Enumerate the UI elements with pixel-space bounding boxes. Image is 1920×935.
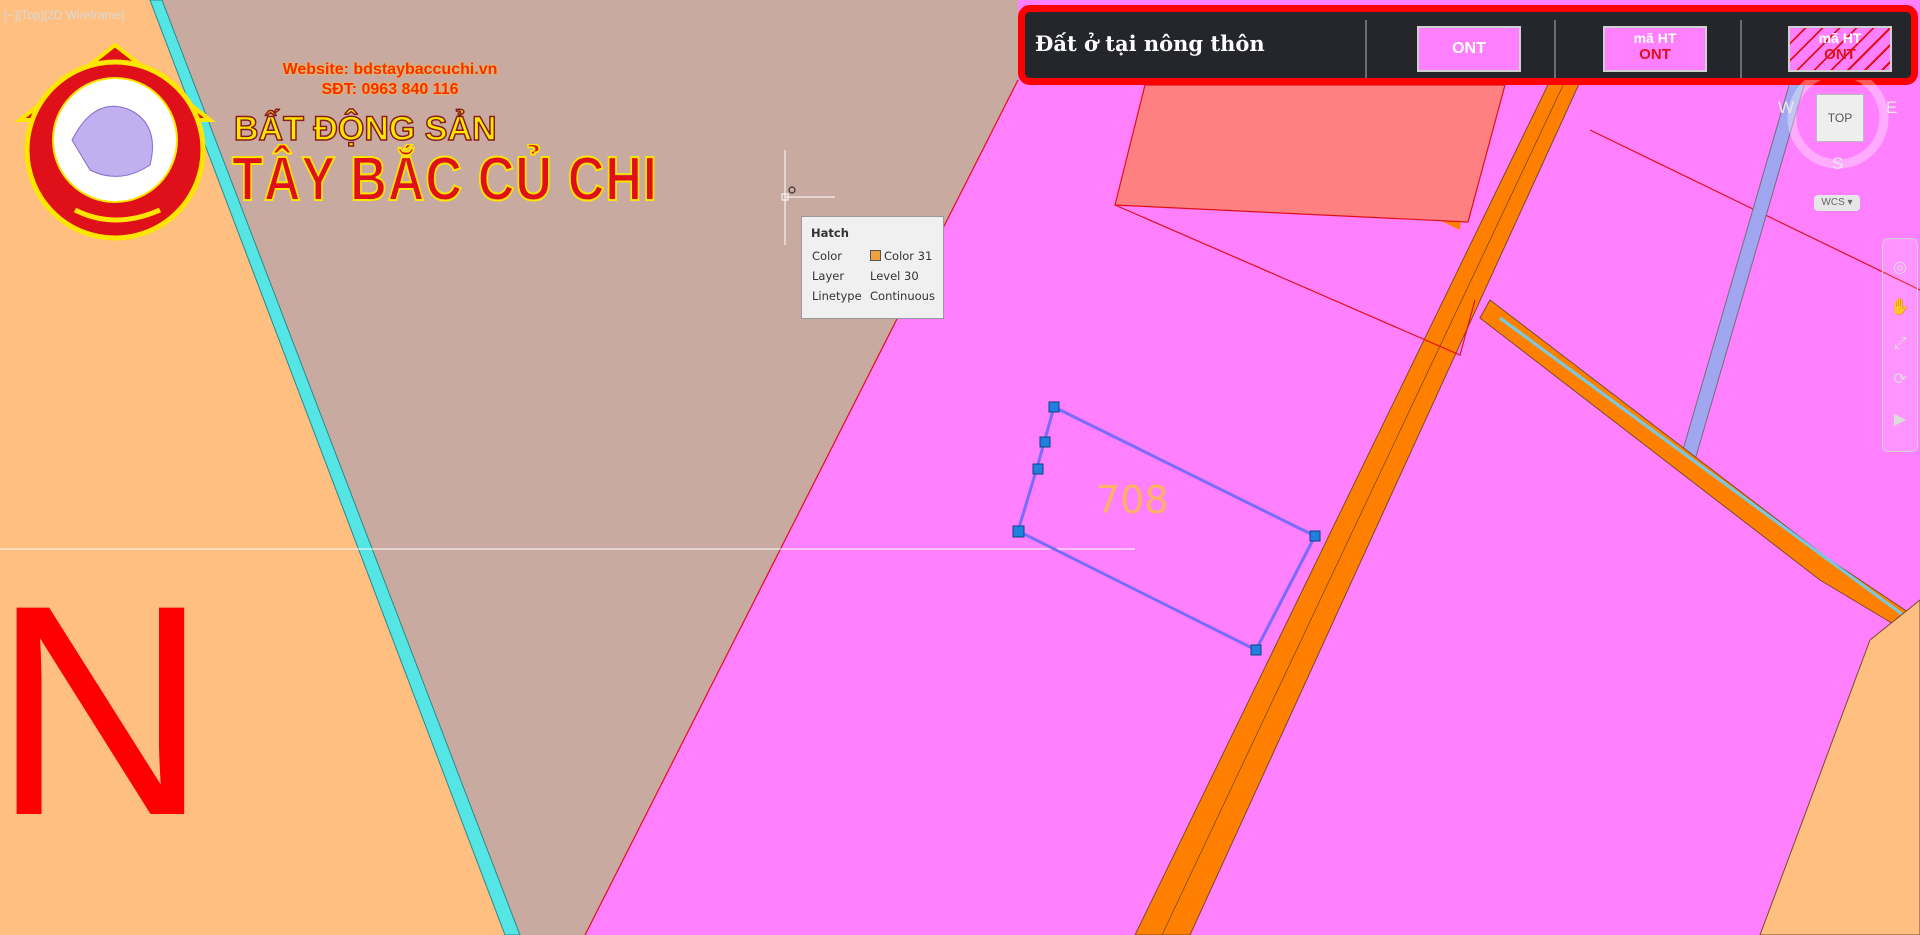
color-swatch-icon bbox=[870, 250, 881, 261]
legend-swatch-ont-ht-top: mã HT bbox=[1633, 30, 1677, 46]
tooltip-color-value: Color 31 bbox=[870, 249, 932, 263]
wcs-menu[interactable]: WCS ▾ bbox=[1814, 195, 1860, 211]
logo-phone: SĐT: 0963 840 116 bbox=[321, 81, 459, 98]
land-use-legend: Đất ở tại nông thôn ONT mã HT ONT mã HT … bbox=[1018, 5, 1918, 85]
legend-title: Đất ở tại nông thôn bbox=[1035, 31, 1265, 56]
legend-swatch-ont-label: ONT bbox=[1452, 40, 1486, 57]
legend-swatch-ont: ONT bbox=[1417, 26, 1521, 72]
viewcube-top-face[interactable]: TOP bbox=[1816, 94, 1864, 142]
legend-swatch-hatched-top: mã HT bbox=[1818, 30, 1862, 46]
viewcube-east[interactable]: E bbox=[1886, 98, 1897, 118]
navigation-bar: ◎ ✋ ⤢ ⟳ ▶ bbox=[1882, 238, 1918, 452]
tooltip-color-text: Color 31 bbox=[884, 249, 933, 263]
tooltip-linetype-label: Linetype bbox=[812, 289, 862, 303]
viewport-label[interactable]: [−][Top][2D Wireframe] bbox=[4, 8, 124, 22]
legend-divider bbox=[1365, 20, 1367, 78]
logo-brand-line2: TÂY BẮC CỦ CHI bbox=[231, 144, 658, 215]
legend-swatch-ont-ht: mã HT ONT bbox=[1603, 26, 1707, 72]
orbit-icon[interactable]: ⟳ bbox=[1890, 369, 1910, 389]
steering-wheel-icon[interactable]: ◎ bbox=[1890, 257, 1910, 277]
tooltip-color-label: Color bbox=[812, 249, 843, 263]
viewcube-west[interactable]: W bbox=[1778, 98, 1794, 118]
pan-icon[interactable]: ✋ bbox=[1890, 297, 1910, 317]
parcel-number: 708 bbox=[1096, 478, 1169, 522]
tooltip-layer-label: Layer bbox=[812, 269, 845, 283]
viewcube[interactable]: W E S TOP WCS ▾ bbox=[1770, 80, 1920, 220]
legend-divider bbox=[1554, 20, 1556, 78]
showmotion-icon[interactable]: ▶ bbox=[1890, 409, 1910, 429]
tooltip-linetype-value: Continuous bbox=[870, 289, 935, 303]
logo-website: Website: bdstaybaccuchi.vn bbox=[282, 61, 498, 78]
logo-contact: Website: bdstaybaccuchi.vn SĐT: 0963 840… bbox=[270, 60, 510, 100]
legend-swatch-ont-ht-bottom: ONT bbox=[1639, 46, 1671, 63]
north-marker: N bbox=[0, 542, 209, 878]
zoom-extents-icon[interactable]: ⤢ bbox=[1890, 333, 1910, 353]
legend-swatch-ont-hatched: mã HT ONT bbox=[1788, 26, 1892, 72]
tooltip-title: Hatch bbox=[811, 226, 849, 240]
tooltip-layer-value: Level 30 bbox=[870, 269, 919, 283]
hatch-tooltip: Hatch Color Color 31 Layer Level 30 Line… bbox=[801, 216, 944, 319]
building-parcel bbox=[1114, 84, 1506, 223]
legend-divider bbox=[1740, 20, 1742, 78]
viewcube-south[interactable]: S bbox=[1832, 154, 1843, 174]
legend-swatch-hatched-bottom: ONT bbox=[1824, 46, 1856, 63]
